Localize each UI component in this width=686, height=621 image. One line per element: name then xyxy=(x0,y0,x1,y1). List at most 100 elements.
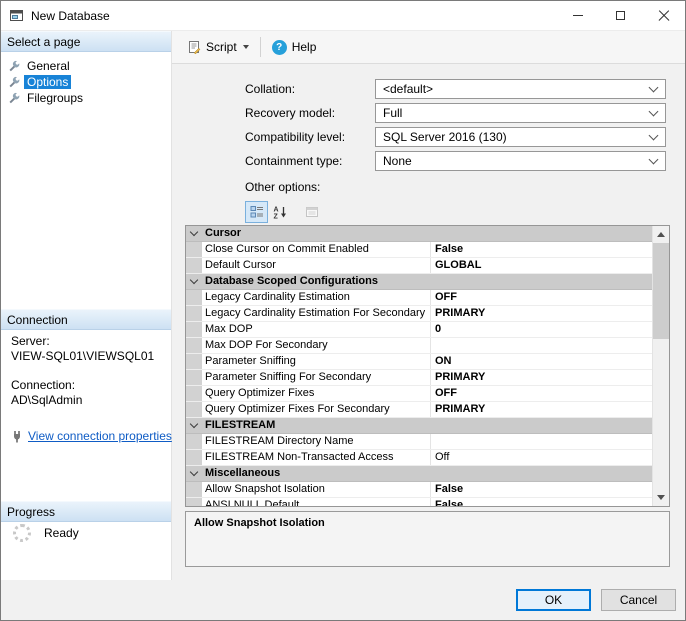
property-pages-button[interactable] xyxy=(300,201,323,223)
property-value: False xyxy=(430,498,652,506)
row-indent xyxy=(186,386,202,401)
combo-value: None xyxy=(383,154,644,168)
combo-value: SQL Server 2016 (130) xyxy=(383,130,644,144)
collapse-icon xyxy=(190,228,198,236)
property-row[interactable]: FILESTREAM Non-Transacted Access Off xyxy=(186,450,652,466)
property-value xyxy=(430,434,652,449)
property-name: Max DOP For Secondary xyxy=(202,338,430,353)
panel-toolbar: Script ? Help xyxy=(172,31,685,64)
new-database-dialog: New Database Select a page General xyxy=(0,0,686,621)
property-pages-icon xyxy=(305,205,319,219)
vertical-scrollbar[interactable] xyxy=(652,226,669,506)
property-name: Legacy Cardinality Estimation xyxy=(202,290,430,305)
page-label: Filegroups xyxy=(24,91,86,105)
property-grid-rows: Cursor Close Cursor on Commit Enabled Fa… xyxy=(186,226,652,506)
combo-select[interactable]: <default> xyxy=(375,79,666,99)
combo-value: <default> xyxy=(383,82,644,96)
property-row[interactable]: Legacy Cardinality Estimation OFF xyxy=(186,290,652,306)
property-row[interactable]: Allow Snapshot Isolation False xyxy=(186,482,652,498)
combo-select[interactable]: SQL Server 2016 (130) xyxy=(375,127,666,147)
row-indent xyxy=(186,434,202,449)
view-connection-properties-link[interactable]: View connection properties xyxy=(28,429,172,443)
row-indent xyxy=(186,290,202,305)
property-row[interactable]: Parameter Sniffing ON xyxy=(186,354,652,370)
property-row[interactable]: Close Cursor on Commit Enabled False xyxy=(186,242,652,258)
property-name: Parameter Sniffing xyxy=(202,354,430,369)
property-name: Cursor xyxy=(202,226,652,241)
property-row[interactable]: FILESTREAM xyxy=(186,418,652,434)
property-row[interactable]: Query Optimizer Fixes OFF xyxy=(186,386,652,402)
form-row: Containment type: None xyxy=(245,151,666,171)
property-row[interactable]: Cursor xyxy=(186,226,652,242)
combo-select[interactable]: Full xyxy=(375,103,666,123)
property-row[interactable]: ANSI NULL Default False xyxy=(186,498,652,506)
property-name: Close Cursor on Commit Enabled xyxy=(202,242,430,257)
property-row[interactable]: Legacy Cardinality Estimation For Second… xyxy=(186,306,652,322)
row-indent xyxy=(186,322,202,337)
row-indent xyxy=(186,450,202,465)
property-row[interactable]: Miscellaneous xyxy=(186,466,652,482)
maximize-button[interactable] xyxy=(599,1,642,30)
property-row[interactable]: Default Cursor GLOBAL xyxy=(186,258,652,274)
property-name: Default Cursor xyxy=(202,258,430,273)
window-title: New Database xyxy=(31,9,110,23)
progress-spinner-icon xyxy=(13,524,31,542)
page-wrench-icon xyxy=(8,76,21,88)
property-value: 0 xyxy=(430,322,652,337)
footer: OK Cancel xyxy=(1,580,685,620)
property-description-panel: Allow Snapshot Isolation xyxy=(185,511,670,567)
property-value: PRIMARY xyxy=(430,402,652,417)
property-name: Max DOP xyxy=(202,322,430,337)
cancel-button[interactable]: Cancel xyxy=(601,589,676,611)
alphabetical-sort-icon: AZ xyxy=(273,205,287,219)
server-label: Server: xyxy=(11,334,167,349)
svg-text:Z: Z xyxy=(273,214,278,220)
row-indent xyxy=(186,226,202,241)
combo-value: Full xyxy=(383,106,644,120)
help-button[interactable]: ? Help xyxy=(266,36,323,59)
script-button[interactable]: Script xyxy=(181,36,255,58)
progress-area: Ready xyxy=(13,524,79,542)
alphabetical-sort-button[interactable]: AZ xyxy=(268,201,291,223)
combo-select[interactable]: None xyxy=(375,151,666,171)
property-grid-toolbar: AZ xyxy=(245,201,666,223)
sidebar-page-item[interactable]: Filegroups xyxy=(8,90,86,106)
scroll-up-button[interactable] xyxy=(653,226,669,243)
connection-label: Connection: xyxy=(11,378,167,393)
minimize-button[interactable] xyxy=(556,1,599,30)
sidebar-page-item[interactable]: Options xyxy=(8,74,86,90)
property-row[interactable]: Parameter Sniffing For Secondary PRIMARY xyxy=(186,370,652,386)
property-row[interactable]: Database Scoped Configurations xyxy=(186,274,652,290)
property-row[interactable]: FILESTREAM Directory Name xyxy=(186,434,652,450)
property-name: FILESTREAM Directory Name xyxy=(202,434,430,449)
maximize-icon xyxy=(616,11,625,20)
property-value: False xyxy=(430,482,652,497)
property-row[interactable]: Max DOP For Secondary xyxy=(186,338,652,354)
scrollbar-thumb[interactable] xyxy=(653,243,669,339)
row-indent xyxy=(186,418,202,433)
row-indent xyxy=(186,466,202,481)
close-button[interactable] xyxy=(642,1,685,30)
form-row: Collation: <default> xyxy=(245,79,666,99)
options-form: Collation: <default> Recovery model: Ful… xyxy=(245,79,666,223)
property-row[interactable]: Query Optimizer Fixes For Secondary PRIM… xyxy=(186,402,652,418)
ok-button[interactable]: OK xyxy=(516,589,591,611)
scroll-down-icon xyxy=(657,495,665,500)
property-value: ON xyxy=(430,354,652,369)
connection-properties-icon xyxy=(11,430,23,443)
property-row[interactable]: Max DOP 0 xyxy=(186,322,652,338)
close-icon xyxy=(658,10,670,22)
chevron-down-icon xyxy=(649,155,659,165)
row-indent xyxy=(186,306,202,321)
categorized-button[interactable] xyxy=(245,201,268,223)
connection-info: Server: VIEW-SQL01\VIEWSQL01 Connection:… xyxy=(11,334,167,443)
sidebar-page-item[interactable]: General xyxy=(8,58,86,74)
property-name: Miscellaneous xyxy=(202,466,652,481)
collapse-icon xyxy=(190,420,198,428)
scrollbar-track[interactable] xyxy=(653,243,669,489)
property-name: ANSI NULL Default xyxy=(202,498,430,506)
scroll-down-button[interactable] xyxy=(653,489,669,506)
options-panel: Script ? Help Collation: <default> xyxy=(172,31,685,580)
property-name: Parameter Sniffing For Secondary xyxy=(202,370,430,385)
row-indent xyxy=(186,370,202,385)
